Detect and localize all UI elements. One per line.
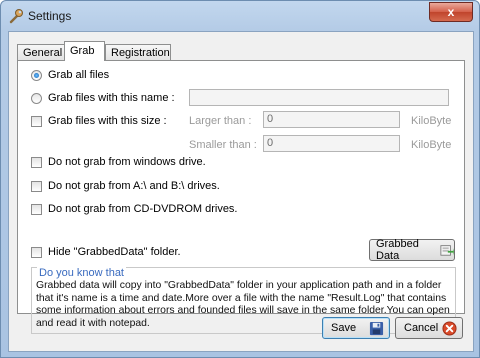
checkbox-hide-folder-label: Hide "GrabbedData" folder. [48, 246, 181, 258]
save-button[interactable]: Save [322, 317, 390, 339]
tab-grab[interactable]: Grab [64, 41, 105, 61]
tab-grab-label: Grab [70, 45, 95, 57]
checkbox-no-cd-dvd-label: Do not grab from CD-DVDROM drives. [48, 203, 238, 215]
tip-text: Grabbed data will copy into "GrabbedData… [36, 280, 450, 329]
radio-grab-all[interactable]: Grab all files [31, 67, 109, 83]
checkbox-no-windows-drive-label: Do not grab from windows drive. [48, 156, 206, 168]
close-icon: x [447, 5, 455, 19]
checkbox-no-ab-drives-label: Do not grab from A:\ and B:\ drives. [48, 180, 220, 192]
checkbox-no-cd-dvd[interactable]: Do not grab from CD-DVDROM drives. [31, 201, 238, 217]
checkbox[interactable] [31, 156, 42, 168]
window-title: Settings [28, 9, 72, 23]
tab-registration-label: Registration [111, 47, 170, 59]
smaller-than-label: Smaller than : [189, 139, 257, 151]
radio-grab-by-name[interactable]: Grab files with this name : [31, 90, 175, 106]
checkbox-hide-folder[interactable]: Hide "GrabbedData" folder. [31, 244, 181, 260]
title-bar[interactable]: Settings x [1, 1, 479, 31]
floppy-disk-icon [369, 321, 384, 335]
tab-general[interactable]: General [17, 44, 65, 60]
grabbed-data-button-label: Grabbed Data [376, 238, 419, 262]
radio-grab-all-label: Grab all files [48, 69, 110, 81]
smaller-unit-label: KiloByte [411, 139, 452, 151]
checkbox-no-ab-drives[interactable]: Do not grab from A:\ and B:\ drives. [31, 178, 220, 194]
tip-box: Do you know that Grabbed data will copy … [31, 267, 456, 334]
client-area: General Grab Registration Grab all files… [8, 31, 474, 352]
smaller-than-value: 0 [267, 137, 274, 149]
checkbox-no-windows-drive[interactable]: Do not grab from windows drive. [31, 154, 206, 170]
cancel-icon [442, 320, 457, 336]
larger-than-label: Larger than : [189, 115, 252, 127]
grab-panel: Grab all files Grab files with this name… [17, 60, 465, 334]
checkbox[interactable] [31, 180, 42, 192]
settings-window: Settings x General Grab Registration Gra… [0, 0, 480, 358]
checkbox[interactable] [31, 203, 42, 215]
larger-unit-label: KiloByte [411, 115, 452, 127]
wrench-icon [9, 9, 23, 24]
checkbox[interactable] [31, 246, 42, 258]
radio-button-selected[interactable] [31, 69, 42, 81]
cancel-button-label: Cancel [404, 322, 439, 334]
cancel-button[interactable]: Cancel [395, 317, 463, 339]
file-name-input[interactable] [189, 89, 449, 106]
larger-than-input[interactable]: 0 [263, 111, 400, 128]
tab-registration[interactable]: Registration [105, 44, 171, 60]
tab-general-label: General [23, 47, 63, 59]
larger-than-value: 0 [267, 113, 274, 125]
smaller-than-input[interactable]: 0 [263, 135, 400, 152]
checkbox[interactable] [31, 115, 42, 127]
folder-arrow-icon [440, 245, 454, 256]
close-button[interactable]: x [429, 2, 473, 22]
grabbed-data-button[interactable]: Grabbed Data [369, 238, 455, 262]
save-button-label: Save [331, 322, 357, 334]
tip-title: Do you know that [37, 267, 126, 279]
checkbox-grab-by-size[interactable]: Grab files with this size : [31, 113, 167, 129]
radio-grab-by-name-label: Grab files with this name : [48, 92, 175, 104]
radio-button[interactable] [31, 92, 42, 104]
checkbox-grab-by-size-label: Grab files with this size : [48, 115, 167, 127]
